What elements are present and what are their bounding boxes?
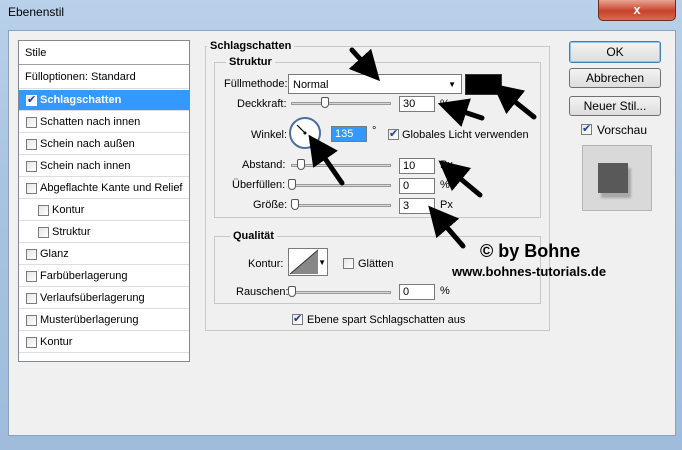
arrow-distance bbox=[438, 160, 483, 198]
arrow-blend-mode bbox=[348, 47, 381, 82]
arrow-shadow-color bbox=[492, 83, 537, 120]
arrow-angle bbox=[308, 134, 345, 186]
arrow-size bbox=[428, 205, 466, 249]
arrow-opacity bbox=[437, 98, 485, 127]
annotation-arrows bbox=[308, 47, 537, 249]
